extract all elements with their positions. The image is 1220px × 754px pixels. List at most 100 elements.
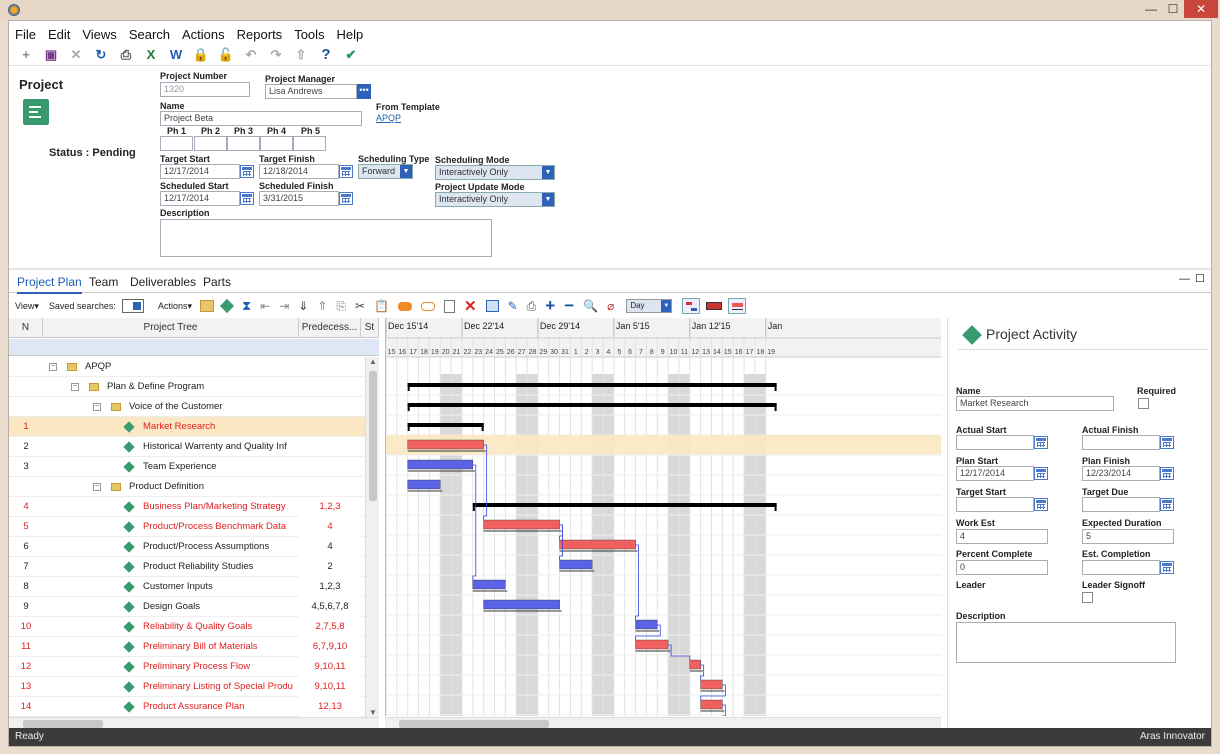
calendar-icon[interactable] bbox=[1160, 498, 1174, 511]
paste-icon[interactable]: 📋 bbox=[374, 299, 389, 313]
calendar-icon[interactable] bbox=[240, 165, 254, 178]
redo-icon[interactable]: ↷ bbox=[267, 46, 285, 64]
help-icon[interactable]: ? bbox=[317, 46, 335, 64]
scheduling-type-select[interactable]: Forward ▼ bbox=[358, 164, 413, 179]
scroll-down-icon[interactable]: ▼ bbox=[369, 708, 377, 717]
table-row[interactable]: 6 Product/Process Assumptions 4 bbox=[9, 537, 379, 557]
name-field[interactable]: Project Beta bbox=[160, 111, 362, 126]
activity-name-field[interactable]: Market Research bbox=[956, 396, 1114, 411]
column-header-predecessors[interactable]: Predecess... bbox=[299, 318, 361, 338]
zoom-in-icon[interactable]: + bbox=[545, 296, 555, 316]
menu-reports[interactable]: Reports bbox=[237, 27, 283, 42]
scale-select[interactable]: Day ▼ bbox=[626, 299, 673, 313]
phase-5-field[interactable] bbox=[293, 136, 326, 151]
minimize-button[interactable]: — bbox=[1140, 0, 1162, 18]
leader-signoff-checkbox[interactable] bbox=[1082, 592, 1093, 603]
orange-tag-icon[interactable] bbox=[398, 301, 412, 311]
task-bar[interactable] bbox=[407, 439, 484, 450]
table-row[interactable]: 3 Team Experience bbox=[9, 457, 379, 477]
table-row[interactable]: 14 Product Assurance Plan 12,13 bbox=[9, 697, 379, 717]
target-finish-field[interactable]: 12/18/2014 bbox=[259, 164, 339, 179]
actual-start-field[interactable] bbox=[956, 435, 1034, 450]
calendar-icon[interactable] bbox=[1160, 467, 1174, 480]
print-icon[interactable]: ⎙ bbox=[117, 46, 135, 64]
zoom-out-icon[interactable]: − bbox=[564, 296, 574, 316]
calendar-icon[interactable] bbox=[1160, 561, 1174, 574]
delete-icon[interactable]: ✕ bbox=[67, 46, 85, 64]
check-icon[interactable]: ✔ bbox=[342, 46, 360, 64]
milestone-icon[interactable] bbox=[219, 298, 235, 314]
percent-complete-field[interactable]: 0 bbox=[956, 560, 1048, 575]
menu-search[interactable]: Search bbox=[129, 27, 170, 42]
menu-file[interactable]: File bbox=[15, 27, 36, 42]
filter-row[interactable] bbox=[9, 339, 379, 356]
grid-icon[interactable] bbox=[485, 300, 499, 312]
project-update-mode-select[interactable]: Interactively Only ▼ bbox=[435, 192, 555, 207]
table-row[interactable]: − Product Definition bbox=[9, 477, 379, 497]
column-header-status[interactable]: St bbox=[361, 318, 379, 338]
menu-edit[interactable]: Edit bbox=[48, 27, 70, 42]
table-row[interactable]: 11 Preliminary Bill of Materials 6,7,9,10 bbox=[9, 637, 379, 657]
calendar-icon[interactable] bbox=[1034, 467, 1048, 480]
link-tasks-icon[interactable] bbox=[682, 298, 701, 314]
task-bar[interactable] bbox=[559, 559, 593, 570]
actions-menu[interactable]: Actions▾ bbox=[158, 301, 192, 312]
table-row[interactable]: 10 Reliability & Quality Goals 2,7,5,8 bbox=[9, 617, 379, 637]
project-manager-field[interactable]: Lisa Andrews bbox=[265, 84, 357, 99]
table-row[interactable]: − Plan & Define Program bbox=[9, 377, 379, 397]
calendar-icon[interactable] bbox=[1034, 498, 1048, 511]
calendar-icon[interactable] bbox=[1034, 436, 1048, 449]
note-icon[interactable] bbox=[444, 299, 455, 313]
est-completion-field[interactable] bbox=[1082, 560, 1160, 575]
table-row[interactable]: 1 Market Research bbox=[9, 417, 379, 437]
table-row[interactable]: 9 Design Goals 4,5,6,7,8 bbox=[9, 597, 379, 617]
minimize-panel-icon[interactable]: — bbox=[1179, 273, 1190, 285]
task-bar[interactable] bbox=[407, 479, 441, 490]
menu-tools[interactable]: Tools bbox=[294, 27, 324, 42]
column-header-tree[interactable]: Project Tree bbox=[43, 318, 299, 338]
scroll-thumb[interactable] bbox=[399, 720, 549, 728]
tab-parts[interactable]: Parts bbox=[203, 275, 231, 289]
indent-icon[interactable]: ⇤ bbox=[260, 299, 270, 313]
phase-4-field[interactable] bbox=[260, 136, 293, 151]
collapse-icon[interactable]: − bbox=[93, 483, 101, 491]
task-bar[interactable] bbox=[407, 459, 473, 470]
copy-icon[interactable]: ⎘ bbox=[336, 299, 346, 314]
activity-description-field[interactable] bbox=[956, 622, 1176, 663]
baseline-icon[interactable] bbox=[728, 298, 747, 314]
outdent-icon[interactable]: ⇥ bbox=[279, 299, 289, 313]
table-row[interactable]: − APQP bbox=[9, 357, 379, 377]
task-bar[interactable] bbox=[483, 599, 560, 610]
description-field[interactable] bbox=[160, 219, 492, 257]
tag-outline-icon[interactable] bbox=[421, 301, 435, 311]
print-icon[interactable]: ⎙ bbox=[527, 299, 537, 314]
table-row[interactable]: 7 Product Reliability Studies 2 bbox=[9, 557, 379, 577]
table-row[interactable]: 13 Preliminary Listing of Special Produ 9,… bbox=[9, 677, 379, 697]
task-bar[interactable] bbox=[700, 699, 723, 710]
new-icon[interactable]: + bbox=[17, 46, 35, 64]
summary-bar[interactable] bbox=[407, 423, 484, 427]
task-bar[interactable] bbox=[635, 619, 658, 630]
scheduled-start-field[interactable]: 12/17/2014 bbox=[160, 191, 240, 206]
task-bar[interactable] bbox=[472, 579, 506, 590]
scheduled-finish-field[interactable]: 3/31/2015 bbox=[259, 191, 339, 206]
scroll-thumb[interactable] bbox=[23, 720, 103, 728]
splitter[interactable] bbox=[9, 268, 1211, 270]
target-start-field[interactable] bbox=[956, 497, 1034, 512]
hourglass-icon[interactable]: ⧗ bbox=[242, 298, 251, 314]
task-bar[interactable] bbox=[483, 519, 560, 530]
table-row[interactable]: 12 Preliminary Process Flow 9,10,11 bbox=[9, 657, 379, 677]
view-menu[interactable]: View▾ bbox=[15, 301, 39, 312]
tab-deliverables[interactable]: Deliverables bbox=[130, 275, 196, 289]
table-row[interactable]: 4 Business Plan/Marketing Strategy 1,2,3 bbox=[9, 497, 379, 517]
undo-icon[interactable]: ↶ bbox=[242, 46, 260, 64]
calendar-icon[interactable] bbox=[339, 192, 353, 205]
phase-3-field[interactable] bbox=[227, 136, 260, 151]
maximize-panel-icon[interactable]: ☐ bbox=[1195, 272, 1205, 285]
summary-bar[interactable] bbox=[407, 403, 777, 407]
scroll-thumb[interactable] bbox=[369, 371, 377, 501]
unlock-icon[interactable]: 🔓 bbox=[217, 46, 235, 64]
tab-team[interactable]: Team bbox=[89, 275, 118, 289]
folder-icon[interactable] bbox=[199, 300, 214, 312]
table-row[interactable]: 8 Customer Inputs 1,2,3 bbox=[9, 577, 379, 597]
